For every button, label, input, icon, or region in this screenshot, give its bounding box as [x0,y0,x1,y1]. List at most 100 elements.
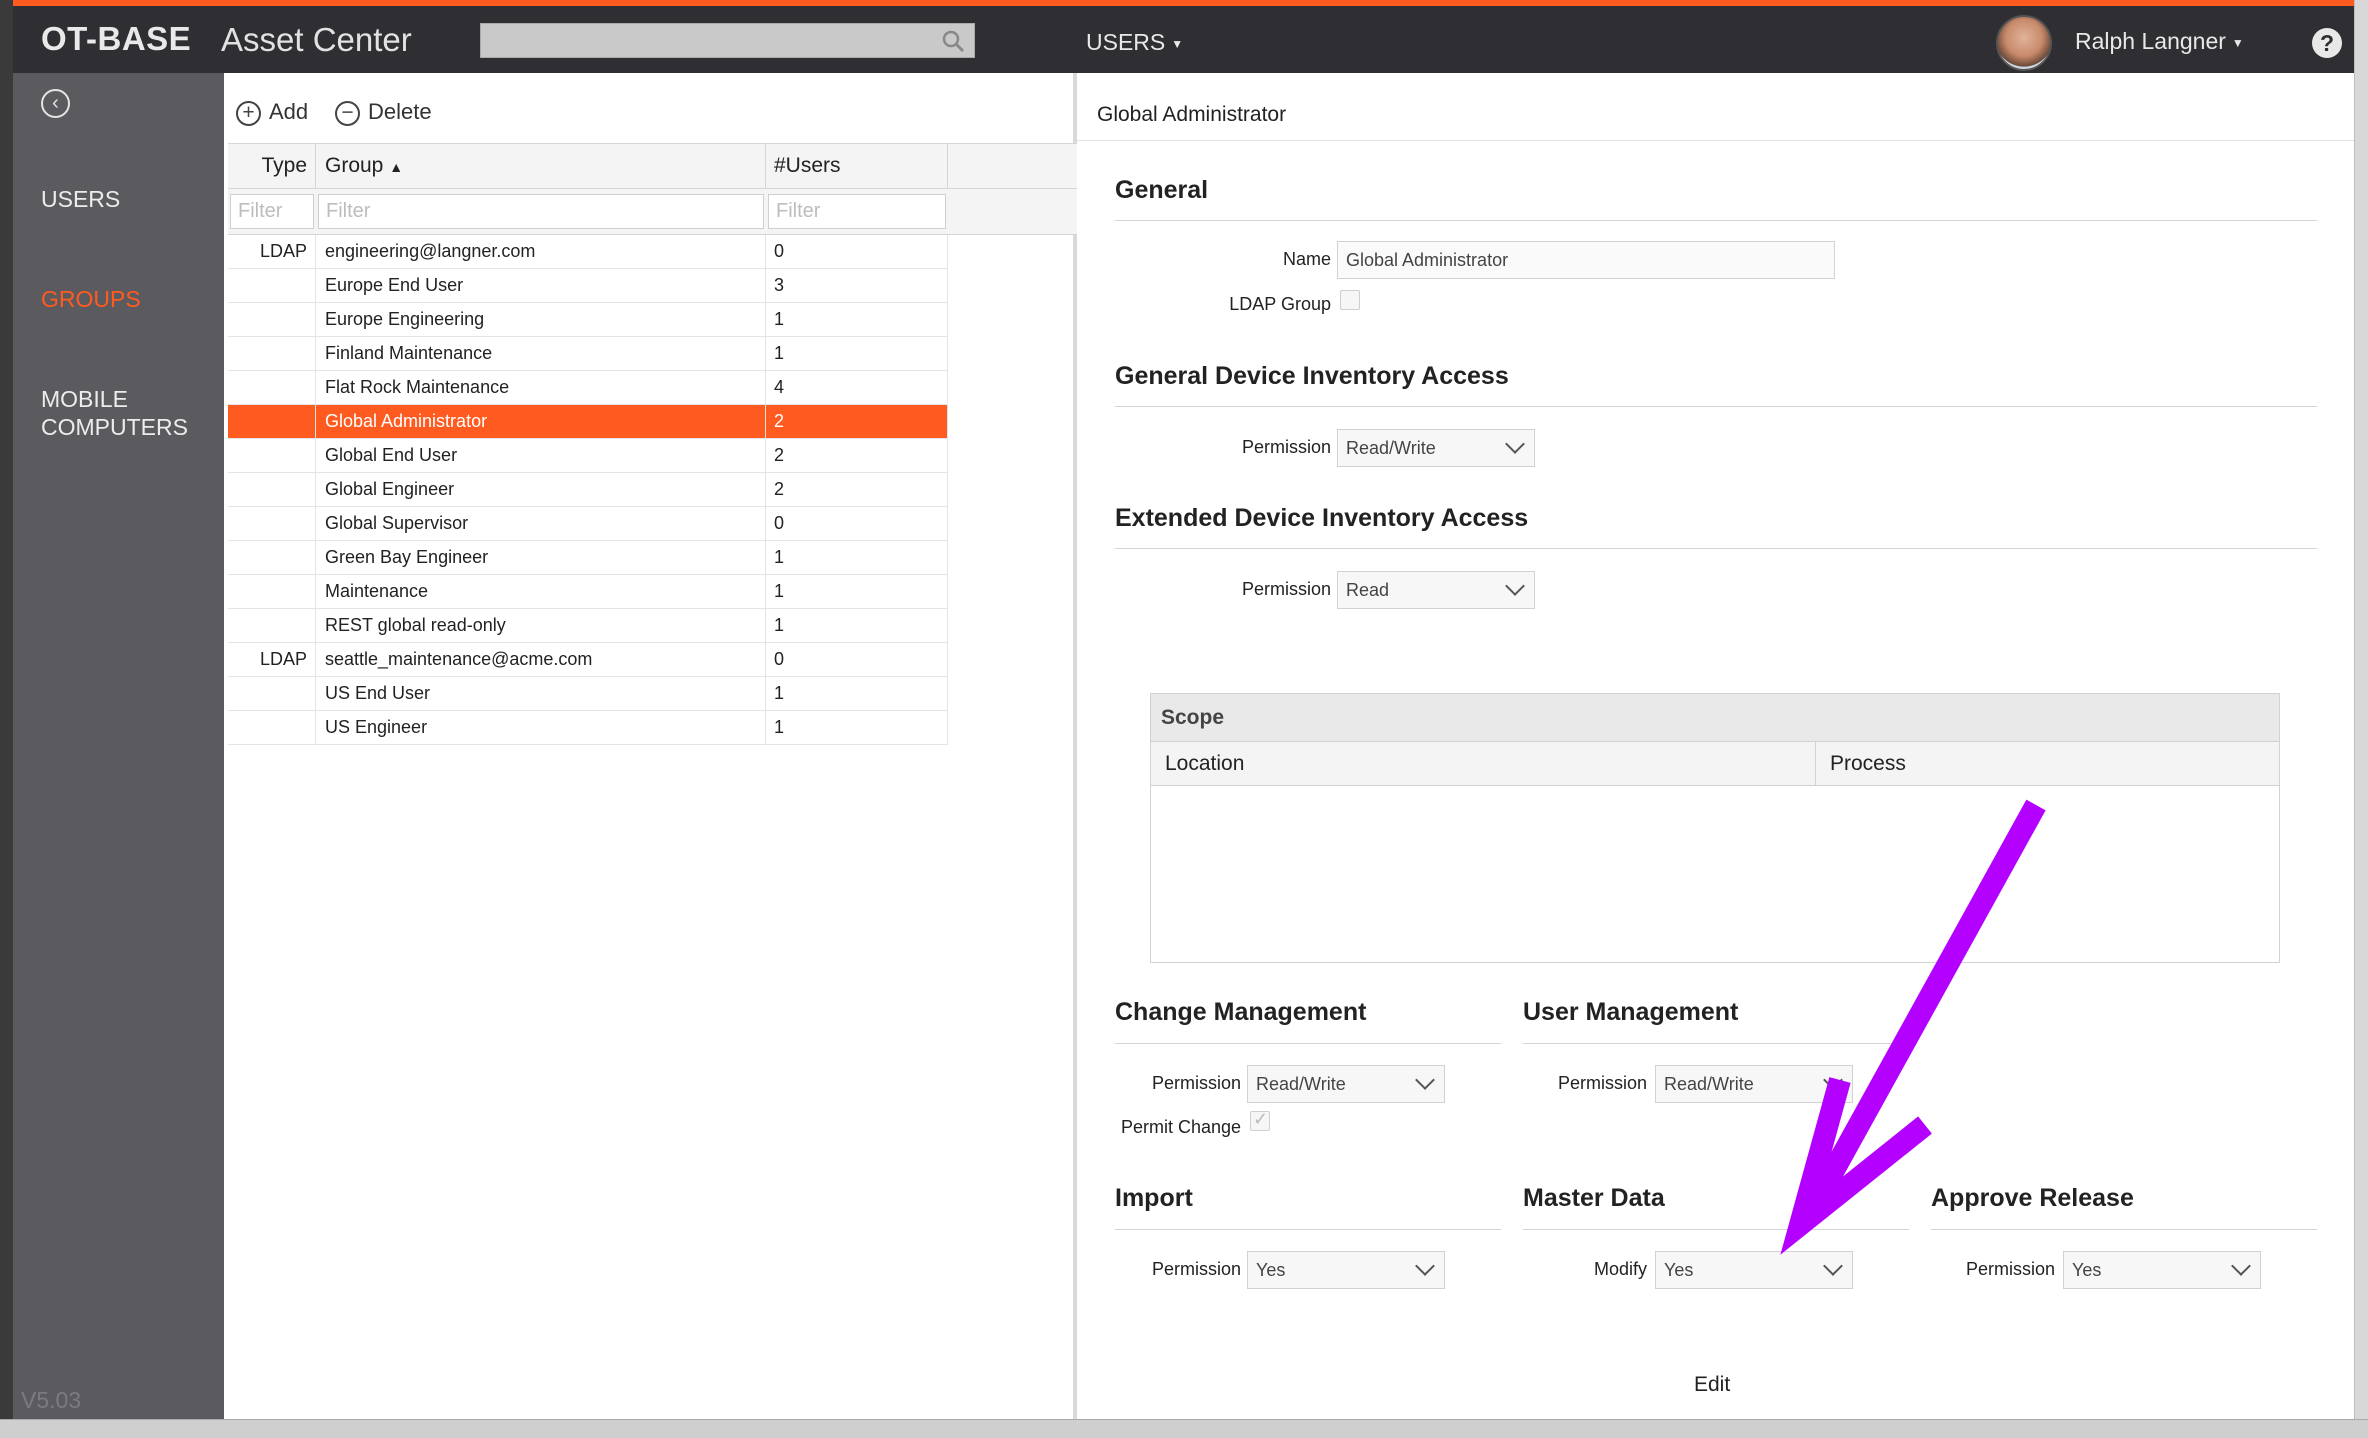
approve-release-permission-select[interactable]: Yes [2063,1251,2261,1289]
user-menu[interactable]: Ralph Langner ▼ [2075,28,2244,55]
table-row[interactable]: REST global read-only 1 [228,609,948,643]
column-header-location[interactable]: Location [1151,742,1816,785]
column-header-process[interactable]: Process [1816,742,2279,785]
sort-ascending-icon: ▲ [389,159,404,175]
edit-label: Edit [1694,1373,1731,1396]
select-value: Read/Write [1256,1074,1346,1094]
ldap-group-label: LDAP Group [1229,294,1331,314]
users-cell: 1 [766,711,948,744]
select-value: Yes [1664,1260,1694,1280]
window-bottom-edge [0,1419,2368,1438]
users-menu[interactable]: USERS ▼ [1086,29,1183,56]
chevron-down-icon [2231,1256,2251,1276]
divider [1523,1229,1909,1230]
ldap-group-checkbox[interactable] [1340,290,1360,310]
group-cell: Flat Rock Maintenance [316,371,766,404]
table-row[interactable]: Global Supervisor 0 [228,507,948,541]
import-permission-select[interactable]: Yes [1247,1251,1445,1289]
type-cell [228,337,316,370]
avatar[interactable] [1996,15,2052,71]
group-detail-panel: Global Administrator General Name Global… [1077,73,2355,1420]
caret-down-icon: ▼ [2231,35,2244,50]
divider [1523,1043,1909,1044]
table-row-selected[interactable]: Global Administrator 2 [228,405,948,439]
select-value: Read [1346,580,1390,600]
delete-button[interactable]: − Delete [335,99,432,126]
permission-label: Permission [1965,1259,2055,1279]
help-icon[interactable]: ? [2312,28,2342,58]
column-type-label: Type [261,154,307,177]
type-cell: LDAP [228,235,316,268]
users-cell: 1 [766,303,948,336]
users-cell: 2 [766,405,948,438]
app-window: OT-BASE Asset Center USERS ▼ Ralph Langne… [0,0,2368,1438]
group-cell: Europe End User [316,269,766,302]
group-cell: Global Supervisor [316,507,766,540]
permission-label: Permission [1241,579,1331,599]
table-row[interactable]: Global Engineer 2 [228,473,948,507]
name-field[interactable]: Global Administrator [1337,241,1835,279]
select-value: Read/Write [1346,438,1436,458]
group-cell: seattle_maintenance@acme.com [316,643,766,676]
scope-header: Scope [1151,694,2279,742]
divider [1115,548,2317,549]
sidebar-item-users[interactable]: USERS [41,185,120,213]
general-device-permission-select[interactable]: Read/Write [1337,429,1535,467]
table-row[interactable]: LDAP seattle_maintenance@acme.com 0 [228,643,948,677]
change-management-permission-select[interactable]: Read/Write [1247,1065,1445,1103]
select-value: Yes [1256,1260,1286,1280]
group-cell: Global Engineer [316,473,766,506]
users-cell: 2 [766,473,948,506]
column-header-group[interactable]: Group ▲ [316,144,766,188]
type-cell [228,371,316,404]
chevron-down-icon [1505,576,1525,596]
sidebar-item-mobile-computers[interactable]: MOBILE COMPUTERS [41,385,191,441]
chevron-down-icon [1415,1256,1435,1276]
detail-header: Global Administrator [1077,73,2355,141]
add-button[interactable]: + Add [236,99,308,126]
table-row[interactable]: Europe Engineering 1 [228,303,948,337]
users-filter-input[interactable] [768,194,946,229]
permission-label: Permission [1151,1259,1241,1279]
back-icon[interactable]: ‹ [41,89,70,118]
search-icon[interactable] [940,28,966,54]
top-bar: OT-BASE Asset Center USERS ▼ Ralph Langne… [13,0,2355,73]
group-filter-input[interactable] [318,194,764,229]
type-filter-input[interactable] [230,194,314,229]
global-search[interactable] [480,23,975,58]
table-row[interactable]: Global End User 2 [228,439,948,473]
window-right-edge [2354,0,2368,1438]
section-title-user-management: User Management [1523,998,1739,1026]
section-title-master-data: Master Data [1523,1184,1665,1212]
type-cell: LDAP [228,643,316,676]
users-cell: 0 [766,235,948,268]
column-header-type[interactable]: Type [228,144,316,188]
users-cell: 1 [766,575,948,608]
table-row[interactable]: Green Bay Engineer 1 [228,541,948,575]
users-cell: 4 [766,371,948,404]
table-row[interactable]: Finland Maintenance 1 [228,337,948,371]
master-data-modify-select[interactable]: Yes [1655,1251,1853,1289]
add-label: Add [269,99,309,124]
user-management-permission-select[interactable]: Read/Write [1655,1065,1853,1103]
users-cell: 0 [766,507,948,540]
column-header-users[interactable]: #Users [766,144,948,188]
detail-title: Global Administrator [1097,103,1287,126]
table-row[interactable]: US End User 1 [228,677,948,711]
table-row[interactable]: Flat Rock Maintenance 4 [228,371,948,405]
window-left-edge [0,0,13,1438]
group-cell: US Engineer [316,711,766,744]
sidebar-item-groups[interactable]: GROUPS [41,285,141,313]
name-label: Name [1282,249,1331,269]
extended-device-permission-select[interactable]: Read [1337,571,1535,609]
permit-change-checkbox[interactable] [1250,1109,1270,1131]
plus-icon: + [236,100,261,126]
caret-down-icon: ▼ [1171,36,1184,51]
section-title-general-device-inventory: General Device Inventory Access [1115,362,1509,390]
table-row[interactable]: US Engineer 1 [228,711,948,745]
table-row[interactable]: Maintenance 1 [228,575,948,609]
search-input[interactable] [481,24,931,57]
table-row[interactable]: Europe End User 3 [228,269,948,303]
table-row[interactable]: LDAP engineering@langner.com 0 [228,235,948,269]
type-cell [228,541,316,574]
